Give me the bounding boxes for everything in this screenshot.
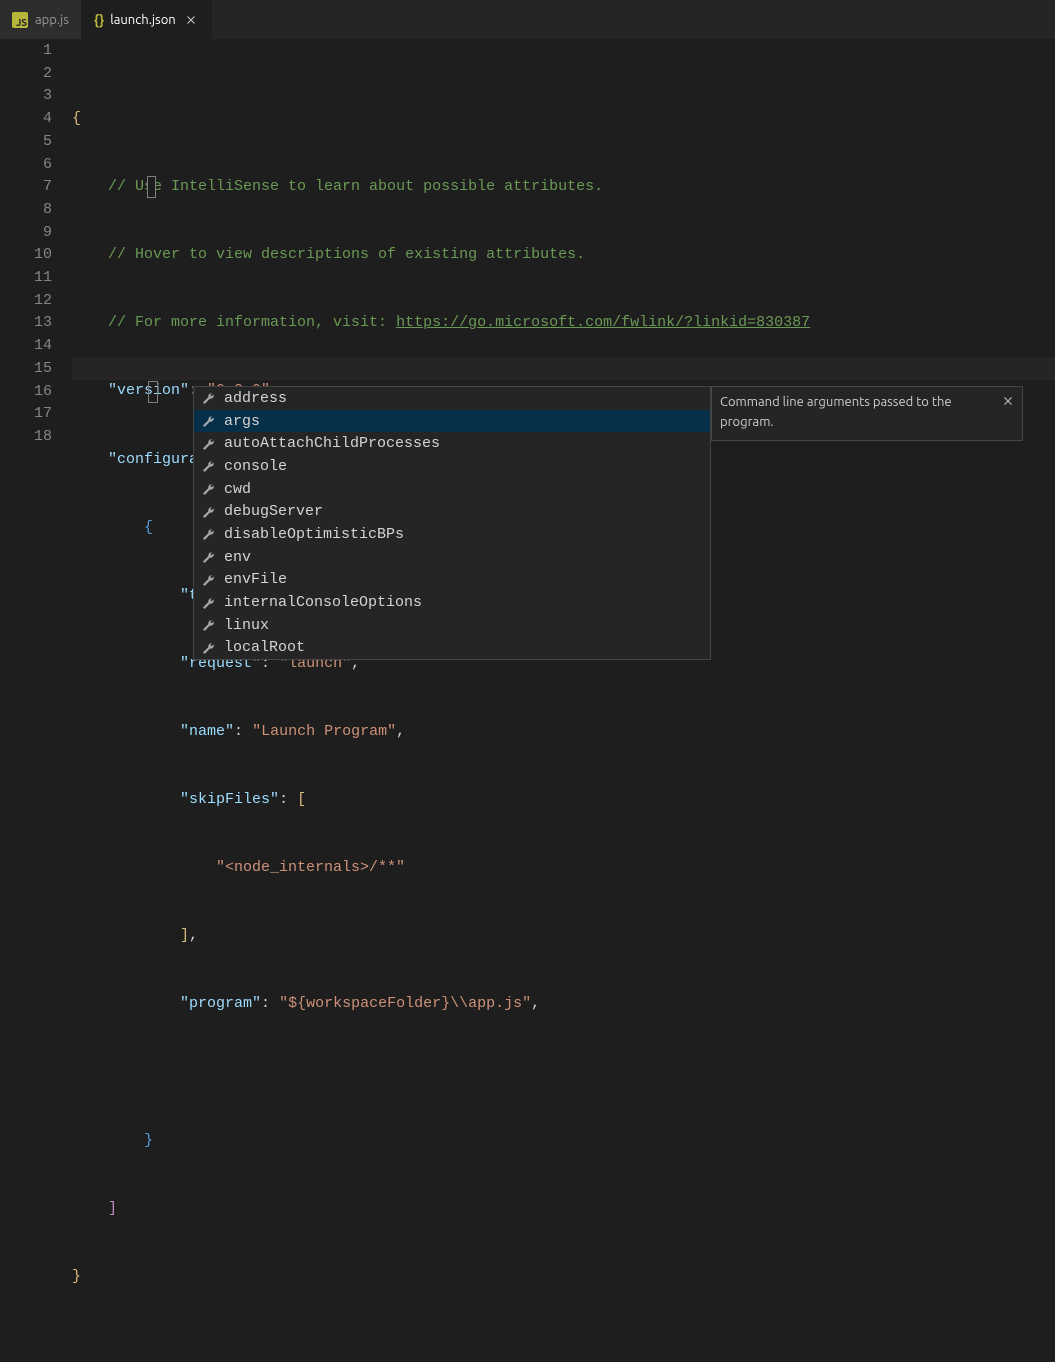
tab-bar: JS app.js { } launch.json [0, 0, 1055, 40]
line-number-gutter: 123456789101112131415161718 [0, 40, 72, 681]
suggestion-item[interactable]: disableOptimisticBPs [194, 523, 710, 546]
close-icon[interactable] [1000, 393, 1016, 409]
line-number: 18 [0, 426, 52, 449]
suggestion-item[interactable]: cwd [194, 478, 710, 501]
suggestion-widget[interactable]: address args autoAttachChildProcesses conso… [193, 386, 711, 660]
line-number: 3 [0, 85, 52, 108]
suggestion-label: debugServer [224, 503, 323, 520]
suggestion-label: internalConsoleOptions [224, 594, 422, 611]
js-file-icon: JS [12, 12, 28, 28]
tab-label: app.js [35, 13, 69, 27]
line-number: 1 [0, 40, 52, 63]
suggestion-item[interactable]: internalConsoleOptions [194, 591, 710, 614]
suggestion-item[interactable]: address [194, 387, 710, 410]
suggestion-item[interactable]: console [194, 455, 710, 478]
line-number: 9 [0, 222, 52, 245]
suggestion-item[interactable]: envFile [194, 569, 710, 592]
line-number: 11 [0, 267, 52, 290]
suggestion-label: cwd [224, 481, 251, 498]
line-number: 15 [0, 358, 52, 381]
close-icon[interactable] [183, 12, 199, 28]
line-number: 8 [0, 199, 52, 222]
line-number: 4 [0, 108, 52, 131]
tab-label: launch.json [110, 13, 175, 27]
suggestion-item[interactable]: env [194, 546, 710, 569]
line-number: 5 [0, 131, 52, 154]
suggestion-label: console [224, 458, 287, 475]
line-number: 17 [0, 403, 52, 426]
suggestion-item[interactable]: localRoot [194, 637, 710, 660]
line-number: 13 [0, 312, 52, 335]
suggestion-label: linux [224, 617, 269, 634]
suggestion-label: env [224, 549, 251, 566]
suggestion-label: disableOptimisticBPs [224, 526, 404, 543]
suggestion-item[interactable]: debugServer [194, 500, 710, 523]
tab-launch-json[interactable]: { } launch.json [82, 0, 212, 39]
bracket-highlight-close [148, 381, 158, 403]
bracket-highlight-open [147, 176, 156, 198]
suggestion-item[interactable]: autoAttachChildProcesses [194, 432, 710, 455]
line-number: 14 [0, 335, 52, 358]
line-number: 7 [0, 176, 52, 199]
tab-app-js[interactable]: JS app.js [0, 0, 82, 39]
suggestion-item[interactable]: linux [194, 614, 710, 637]
suggestion-item[interactable]: args [194, 410, 710, 433]
line-number: 16 [0, 381, 52, 404]
doc-text: Command line arguments passed to the pro… [720, 395, 952, 429]
suggestion-docs: Command line arguments passed to the pro… [711, 386, 1023, 441]
line-number: 10 [0, 244, 52, 267]
line-number: 2 [0, 63, 52, 86]
suggestion-label: args [224, 413, 260, 430]
line-number: 6 [0, 154, 52, 177]
json-file-icon: { } [94, 12, 103, 28]
suggestion-label: autoAttachChildProcesses [224, 435, 440, 452]
current-line-highlight [72, 358, 1055, 381]
line-number: 12 [0, 290, 52, 313]
suggestion-label: envFile [224, 571, 287, 588]
suggestion-label: address [224, 390, 287, 407]
suggestion-label: localRoot [224, 639, 305, 656]
